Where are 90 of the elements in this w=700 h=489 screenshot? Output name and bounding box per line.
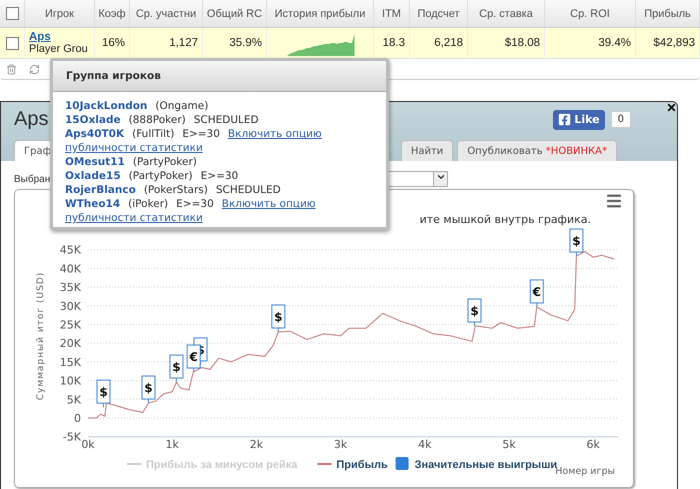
status-label: SCHEDULED [194,114,259,126]
network-label: (Ongame) [155,100,208,112]
column-header[interactable]: Ср. участни [130,0,203,27]
legend-label: Прибыль [336,459,388,471]
player-name-link[interactable]: WTheo14 [65,198,120,210]
annotation: $ [99,385,108,400]
column-header[interactable]: Общий RC [203,0,267,27]
network-label: (888Poker) [128,114,186,126]
annotation: $ [172,360,181,374]
y-tick-label: 45K [60,244,81,257]
enable-stats-link[interactable]: Включить опцию [228,128,322,140]
y-tick-label: 10K [60,374,81,388]
table-cell: 35.9% [229,37,262,49]
y-tick-label: 25K [60,318,81,332]
x-tick-label: 2k [250,438,264,451]
enable-stats-link[interactable]: публичности статистики [65,212,203,224]
player-name-link[interactable]: Oxlade15 [65,170,121,182]
select-label: Выбран [14,174,50,184]
player-link[interactable]: Aps [29,31,51,43]
column-header[interactable]: Коэф [95,0,130,27]
annotation: $ [144,381,153,396]
player-name-link[interactable]: 10JackLondon [65,100,148,112]
tab[interactable]: Опубликовать *НОВИНКА* [457,140,617,161]
y-tick-label: -5K [62,430,81,444]
status-label: SCHEDULED [216,184,281,196]
network-label: (iPoker) [128,198,168,210]
close-icon[interactable] [666,102,677,113]
legend-item[interactable]: Прибыль [317,459,388,471]
facebook-icon [558,113,572,126]
y-tick-label: 20K [60,337,81,350]
enable-stats-link[interactable]: публичности статистики [65,142,203,154]
y-axis-title: Суммарный итог (USD) [36,272,46,400]
select-all-checkbox[interactable] [6,7,18,20]
y-tick-label: 35K [60,281,81,294]
column-header[interactable]: История прибыли [267,0,374,27]
x-axis-title: Номер игры [555,466,615,477]
y-tick-label: 0 [74,412,81,425]
player-name-link[interactable]: RojerBlanco [65,184,136,196]
annotation: $ [470,304,479,318]
column-header[interactable]: ITM [374,0,410,27]
table-cell: 16% [102,37,125,49]
status-label: E>=30 [200,170,238,182]
x-tick-label: 0k [81,438,95,451]
x-tick-label: 1k [166,438,179,451]
table-cell: 39.4% [598,37,631,49]
network-label: (PartyPoker) [128,170,193,182]
table-cell: 18.3 [382,37,405,49]
player-name-link[interactable]: Aps40T0K [65,128,124,140]
table-cell: $18.08 [504,37,540,49]
like-count: 0 [610,111,631,128]
menu-icon[interactable] [605,192,623,210]
network-label: (PartyPoker) [132,156,197,168]
row-checkbox[interactable] [6,36,18,50]
column-header[interactable]: Игрок [25,0,95,27]
legend-item[interactable]: Значительные выигрыши [396,457,558,471]
x-tick-label: 6k [586,438,600,451]
y-tick-label: 15K [60,356,81,369]
x-tick-label: 3k [334,438,348,451]
x-tick-label: 5k [502,438,516,451]
annotation: € [532,284,541,299]
enable-stats-link[interactable]: Включить опцию [222,198,316,210]
column-header[interactable]: Ср. ROI [545,0,636,27]
annotation: $ [274,310,282,324]
column-header[interactable]: Прибыль [636,0,700,27]
dialog-title: Aps [14,108,48,131]
y-tick-label: 5K [66,393,81,406]
status-label: E>=30 [176,198,214,210]
chart-hint: ите мышкой внутрь графика. [420,213,591,226]
x-tick-label: 4k [418,438,432,451]
table-cell: $42,893 [653,37,695,49]
like-button[interactable]: Like [553,110,605,130]
y-tick-label: 30K [60,300,81,313]
chevron-down-icon [436,172,446,182]
refresh-icon[interactable] [29,64,40,74]
player-name-link[interactable]: 15Oxlade [65,114,121,126]
table-cell: 1,127 [169,37,198,49]
status-label: E>=30 [182,128,220,140]
player-name-link[interactable]: OMesut11 [65,156,125,168]
delete-icon[interactable] [6,64,17,74]
player-select[interactable] [386,171,448,187]
tab[interactable]: Найти [400,140,454,161]
column-header[interactable]: Ср. ставка [468,0,545,27]
popover-title: Группа игроков [66,70,161,82]
y-tick-label: 40K [60,262,81,276]
group-label: Player Grou [29,43,88,55]
network-label: (FullTilt) [132,128,174,140]
network-label: (PokerStars) [144,184,208,196]
table-cell: 6,218 [434,37,463,49]
column-header[interactable]: Подсчет [410,0,468,27]
annotation: $ [572,234,581,248]
